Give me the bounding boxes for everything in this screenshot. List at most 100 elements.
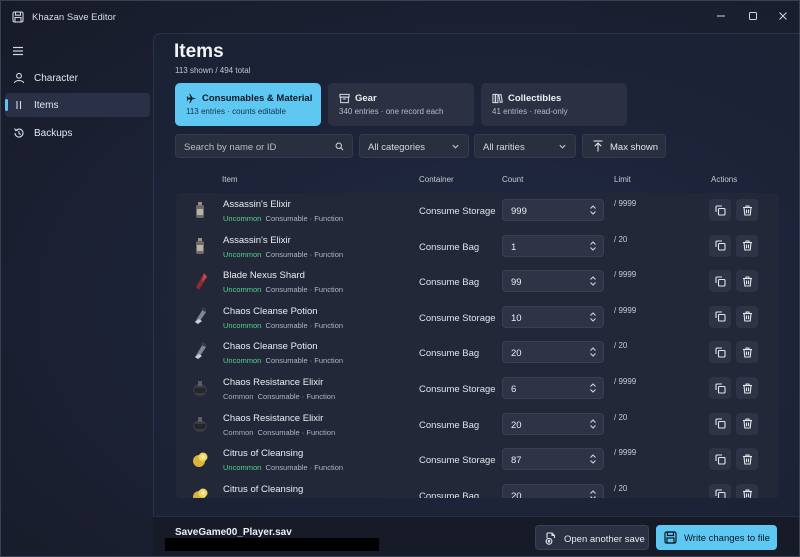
- item-thumbnail-icon: [193, 416, 207, 432]
- rarity-label: Uncommon: [223, 285, 262, 295]
- count-stepper[interactable]: 20: [502, 412, 604, 435]
- copy-icon: [714, 240, 726, 251]
- duplicate-button[interactable]: [709, 483, 731, 498]
- delete-button[interactable]: [736, 234, 758, 257]
- open-another-save-button[interactable]: Open another save: [535, 525, 649, 550]
- item-thumbnail-icon: [193, 488, 208, 498]
- count-stepper[interactable]: 10: [502, 305, 604, 328]
- count-stepper[interactable]: 20: [502, 483, 604, 498]
- table-row[interactable]: Chaos Cleanse Potion Uncommon Consumable …: [176, 335, 779, 371]
- count-value[interactable]: 1: [511, 242, 516, 253]
- table-row[interactable]: Blade Nexus Shard Uncommon Consumable · F…: [176, 264, 779, 300]
- search-placeholder: Search by name or ID: [184, 142, 277, 153]
- sidebar-item-character[interactable]: Character: [5, 66, 150, 90]
- search-input[interactable]: Search by name or ID: [175, 134, 353, 158]
- count-value[interactable]: 10: [511, 313, 522, 324]
- count-stepper[interactable]: 6: [502, 377, 604, 399]
- category-select[interactable]: All categories: [359, 134, 469, 158]
- duplicate-button[interactable]: [709, 305, 731, 328]
- stepper-icon[interactable]: [589, 418, 597, 430]
- duplicate-button[interactable]: [709, 234, 731, 257]
- table-row[interactable]: Chaos Cleanse Potion Uncommon Consumable …: [176, 300, 779, 336]
- delete-button[interactable]: [736, 412, 758, 435]
- table-row[interactable]: Chaos Resistance Elixir Common Consumable…: [176, 407, 779, 443]
- count-value[interactable]: 999: [511, 206, 527, 217]
- stepper-icon[interactable]: [589, 453, 597, 465]
- rarity-label: Common: [223, 427, 254, 437]
- tab-gear[interactable]: Gear 340 entries · one record each: [328, 83, 474, 126]
- close-button[interactable]: [769, 5, 797, 27]
- sidebar-item-backups[interactable]: Backups: [5, 121, 150, 145]
- item-meta: Uncommon Consumable · Function: [223, 214, 343, 223]
- table-row[interactable]: Assassin's Elixir Uncommon Consumable · F…: [176, 193, 779, 229]
- count-value[interactable]: 20: [511, 491, 522, 498]
- stepper-icon[interactable]: [589, 346, 597, 358]
- tab-label: Consumables & Material: [202, 93, 313, 104]
- item-meta: Uncommon Consumable · Function: [223, 463, 343, 472]
- table-body[interactable]: Assassin's Elixir Uncommon Consumable · F…: [176, 193, 779, 498]
- count-value[interactable]: 99: [511, 277, 522, 288]
- sidebar-item-items[interactable]: Items: [5, 93, 150, 117]
- stepper-icon[interactable]: [589, 489, 597, 498]
- limit-value: / 9999: [614, 270, 637, 280]
- rarity-label: Uncommon: [223, 249, 262, 259]
- count-stepper[interactable]: 87: [502, 448, 604, 471]
- item-name: Chaos Resistance Elixir: [223, 412, 324, 424]
- count-value[interactable]: 20: [511, 420, 522, 431]
- tab-collectibles[interactable]: Collectibles 41 entries · read-only: [481, 83, 627, 126]
- item-type: Consumable · Function: [265, 356, 344, 366]
- max-shown-label: Max shown: [610, 142, 659, 153]
- table-row[interactable]: Assassin's Elixir Uncommon Consumable · F…: [176, 229, 779, 265]
- limit-value: / 9999: [614, 448, 637, 458]
- stepper-icon[interactable]: [589, 275, 597, 287]
- delete-button[interactable]: [736, 341, 758, 364]
- delete-button[interactable]: [736, 199, 758, 221]
- delete-button[interactable]: [736, 377, 758, 399]
- stepper-icon[interactable]: [589, 240, 597, 252]
- max-shown-button[interactable]: Max shown: [582, 134, 666, 158]
- duplicate-button[interactable]: [709, 448, 731, 471]
- tab-subtitle: 113 entries · counts editable: [186, 107, 286, 116]
- count-value[interactable]: 6: [511, 384, 516, 395]
- stepper-icon[interactable]: [589, 382, 597, 394]
- count-stepper[interactable]: 999: [502, 199, 604, 221]
- write-changes-button[interactable]: Write changes to file: [656, 525, 777, 550]
- trash-icon: [742, 204, 752, 216]
- minimize-button[interactable]: [707, 5, 735, 27]
- rarity-select[interactable]: All rarities: [474, 134, 576, 158]
- count-value[interactable]: 87: [511, 455, 522, 466]
- items-table: Item Container Count Limit Actions Assas…: [176, 171, 779, 498]
- maximize-icon: [749, 12, 757, 20]
- count-value[interactable]: 20: [511, 348, 522, 359]
- active-indicator: [5, 99, 8, 111]
- table-row[interactable]: Citrus of Cleansing Uncommon Consumable ·…: [176, 442, 779, 478]
- container-name: Consume Bag: [419, 241, 480, 253]
- count-stepper[interactable]: 1: [502, 234, 604, 257]
- duplicate-button[interactable]: [709, 377, 731, 399]
- table-row[interactable]: Citrus of CleansingUncommon Consumable ·…: [176, 478, 779, 498]
- duplicate-button[interactable]: [709, 341, 731, 364]
- tab-consumables[interactable]: Consumables & Material 113 entries · cou…: [175, 83, 321, 126]
- count-stepper[interactable]: 99: [502, 270, 604, 293]
- item-name: Citrus of Cleansing: [223, 448, 304, 460]
- delete-button[interactable]: [736, 305, 758, 328]
- container-name: Consume Bag: [419, 490, 480, 498]
- table-row[interactable]: Chaos Resistance Elixir Common Consumable…: [176, 371, 779, 407]
- duplicate-button[interactable]: [709, 199, 731, 221]
- delete-button[interactable]: [736, 448, 758, 471]
- sidebar-item-label: Character: [34, 73, 78, 84]
- airplane-icon: [186, 93, 197, 104]
- delete-button[interactable]: [736, 483, 758, 498]
- duplicate-button[interactable]: [709, 270, 731, 293]
- redacted-path: [165, 538, 379, 551]
- stepper-icon[interactable]: [589, 204, 597, 216]
- duplicate-button[interactable]: [709, 412, 731, 435]
- count-stepper[interactable]: 20: [502, 341, 604, 364]
- maximize-button[interactable]: [739, 5, 767, 27]
- copy-icon: [714, 489, 726, 498]
- copy-icon: [714, 347, 726, 358]
- hamburger-menu-icon[interactable]: [12, 45, 24, 57]
- container-name: Consume Storage: [419, 455, 496, 467]
- stepper-icon[interactable]: [589, 311, 597, 323]
- delete-button[interactable]: [736, 270, 758, 293]
